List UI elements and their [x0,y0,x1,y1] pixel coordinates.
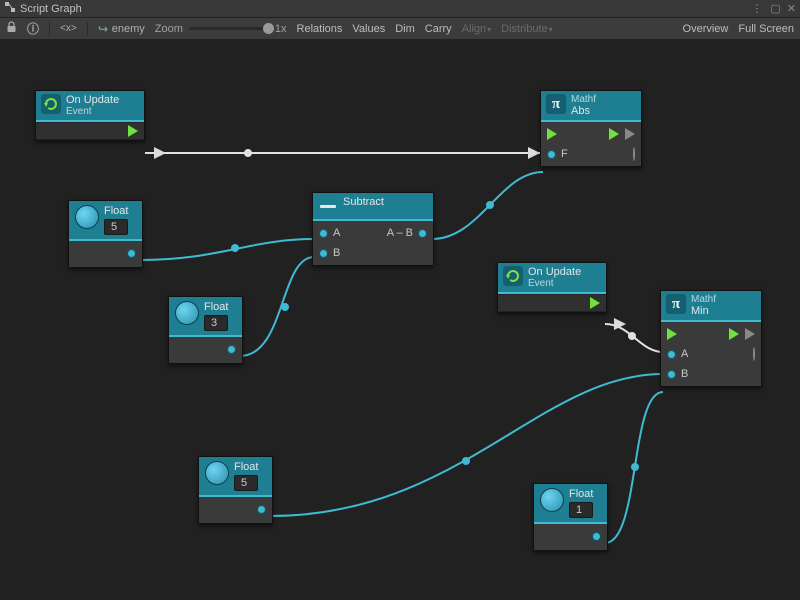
zoom-value: 1x [275,23,287,35]
value-out-port[interactable] [592,532,601,541]
node-on-update-1[interactable]: On Update Event [35,90,145,141]
update-icon [503,266,523,286]
value-out-port[interactable] [257,505,266,514]
input-a-port[interactable] [667,350,676,359]
input-a-port[interactable] [319,229,328,238]
node-title: Float [234,461,258,473]
float-value-input[interactable]: 3 [204,315,228,331]
window-title: Script Graph [20,3,82,15]
node-title: Min [691,305,716,317]
zoom-control[interactable]: Zoom 1x [155,23,287,35]
float-value-input[interactable]: 1 [569,502,593,518]
relations-button[interactable]: Relations [297,23,343,35]
value-out-port[interactable] [227,345,236,354]
graph-icon [4,1,16,16]
node-on-update-2[interactable]: On Update Event [497,262,607,313]
zoom-label: Zoom [155,23,183,35]
node-category: Mathf [571,94,596,105]
values-button[interactable]: Values [352,23,385,35]
node-title: Float [104,205,128,217]
flow-in-port[interactable] [547,128,557,140]
info-icon[interactable]: ⓘ [27,20,39,37]
update-icon [41,94,61,114]
target-label: enemy [112,23,145,35]
node-title: Abs [571,105,596,117]
output-port[interactable] [753,347,755,361]
flow-out-port-2[interactable] [745,328,755,340]
zoom-slider[interactable] [189,27,269,30]
node-title: Float [569,488,593,500]
node-subtitle: Event [66,106,119,117]
fullscreen-button[interactable]: Full Screen [738,23,794,35]
zoom-slider-knob[interactable] [263,23,274,34]
window-maximize-icon[interactable]: ▢ [770,2,780,15]
graph-canvas[interactable]: On Update Event Float 5 Float 3 [0,40,800,600]
flow-out-port-2[interactable] [625,128,635,140]
node-mathf-min[interactable]: π Mathf Min A B [660,290,762,387]
window-close-icon[interactable]: ✕ [787,2,796,15]
node-float-1[interactable]: Float 5 [68,200,143,268]
value-out-port[interactable] [127,249,136,258]
overview-button[interactable]: Overview [683,23,729,35]
input-f-port[interactable] [547,150,556,159]
node-subtitle: Event [528,278,581,289]
node-float-2[interactable]: Float 3 [168,296,243,364]
flow-in-port[interactable] [667,328,677,340]
float-value-input[interactable]: 5 [104,219,128,235]
dim-button[interactable]: Dim [395,23,415,35]
input-b-port[interactable] [319,249,328,258]
return-arrow-icon: ↩ [98,22,108,36]
flow-out-port[interactable] [128,125,138,137]
float-icon [175,301,199,325]
node-title: Subtract [343,196,384,208]
output-port[interactable] [418,229,427,238]
node-float-4[interactable]: Float 1 [533,483,608,551]
float-icon [205,461,229,485]
node-title: Float [204,301,228,313]
node-title: On Update [66,94,119,106]
float-icon [75,205,99,229]
node-float-3[interactable]: Float 5 [198,456,273,524]
node-subtract[interactable]: Subtract A A – B B [312,192,434,266]
float-icon [540,488,564,512]
flow-out-port[interactable] [590,297,600,309]
float-value-input[interactable]: 5 [234,475,258,491]
code-icon[interactable]: <x> [60,23,77,34]
flow-out-port[interactable] [609,128,619,140]
distribute-dropdown[interactable]: Distribute▾ [501,23,552,35]
toolbar: ⓘ <x> ↩ enemy Zoom 1x Relations Values D… [0,18,800,40]
title-bar: Script Graph ⋮ ▢ ✕ [0,0,800,18]
target-selector[interactable]: ↩ enemy [98,22,145,36]
output-port[interactable] [633,147,635,161]
align-dropdown[interactable]: Align▾ [462,23,491,35]
window-menu-icon[interactable]: ⋮ [751,2,764,15]
lock-icon[interactable] [6,21,17,36]
pi-icon: π [666,294,686,314]
carry-button[interactable]: Carry [425,23,452,35]
pi-icon: π [546,94,566,114]
node-category: Mathf [691,294,716,305]
node-mathf-abs[interactable]: π Mathf Abs F [540,90,642,167]
input-b-port[interactable] [667,370,676,379]
subtract-icon [318,196,338,216]
flow-out-port[interactable] [729,328,739,340]
node-title: On Update [528,266,581,278]
